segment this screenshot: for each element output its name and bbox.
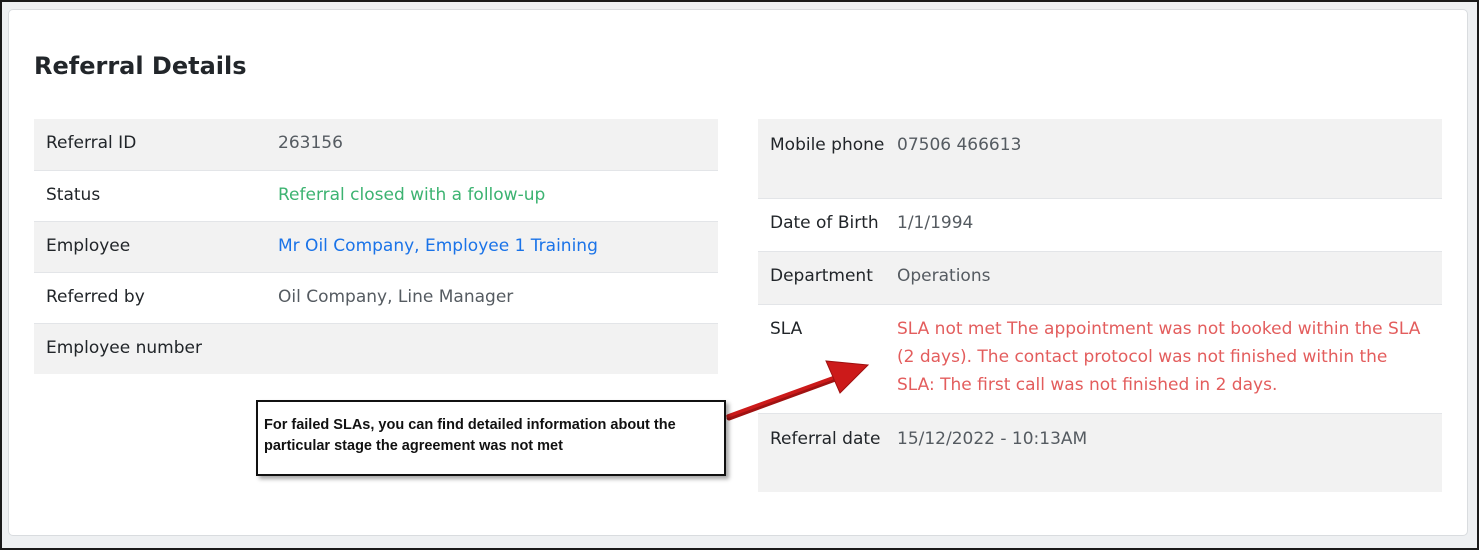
sla-value: SLA not met The appointment was not book…	[885, 303, 1442, 413]
detail-row-sla: SLA SLA not met The appointment was not …	[758, 303, 1442, 413]
detail-row-referral-date: Referral date 15/12/2022 - 10:13AM	[758, 412, 1442, 492]
detail-row-referral-id: Referral ID 263156	[34, 119, 718, 170]
employee-link[interactable]: Mr Oil Company, Employee 1 Training	[266, 220, 718, 272]
detail-label: Referral ID	[34, 119, 266, 170]
detail-label: Mobile phone	[758, 119, 885, 198]
detail-row-status: Status Referral closed with a follow-up	[34, 169, 718, 221]
referred-by-value: Oil Company, Line Manager	[266, 271, 718, 323]
employee-number-value	[266, 322, 718, 374]
detail-row-date-of-birth: Date of Birth 1/1/1994	[758, 197, 1442, 251]
detail-label: Employee	[34, 220, 266, 272]
department-value: Operations	[885, 250, 1442, 304]
page-title: Referral Details	[34, 52, 247, 80]
detail-label: Date of Birth	[758, 197, 885, 251]
detail-label: Referred by	[34, 271, 266, 323]
date-of-birth-value: 1/1/1994	[885, 197, 1442, 251]
detail-row-employee-number: Employee number	[34, 322, 718, 374]
detail-label: Status	[34, 169, 266, 221]
detail-label: Referral date	[758, 412, 885, 492]
detail-row-employee: Employee Mr Oil Company, Employee 1 Trai…	[34, 220, 718, 272]
detail-row-referred-by: Referred by Oil Company, Line Manager	[34, 271, 718, 323]
status-value: Referral closed with a follow-up	[266, 169, 718, 221]
contact-info-table: Mobile phone 07506 466613 Date of Birth …	[758, 119, 1442, 492]
detail-label: SLA	[758, 303, 885, 413]
detail-row-department: Department Operations	[758, 250, 1442, 304]
referral-date-value: 15/12/2022 - 10:13AM	[885, 412, 1442, 492]
detail-row-mobile-phone: Mobile phone 07506 466613	[758, 119, 1442, 198]
mobile-phone-value: 07506 466613	[885, 119, 1442, 198]
sla-help-callout: For failed SLAs, you can find detailed i…	[256, 400, 726, 476]
referral-id-value: 263156	[266, 119, 718, 170]
detail-label: Department	[758, 250, 885, 304]
detail-label: Employee number	[34, 322, 266, 374]
referral-info-table: Referral ID 263156 Status Referral close…	[34, 119, 718, 374]
